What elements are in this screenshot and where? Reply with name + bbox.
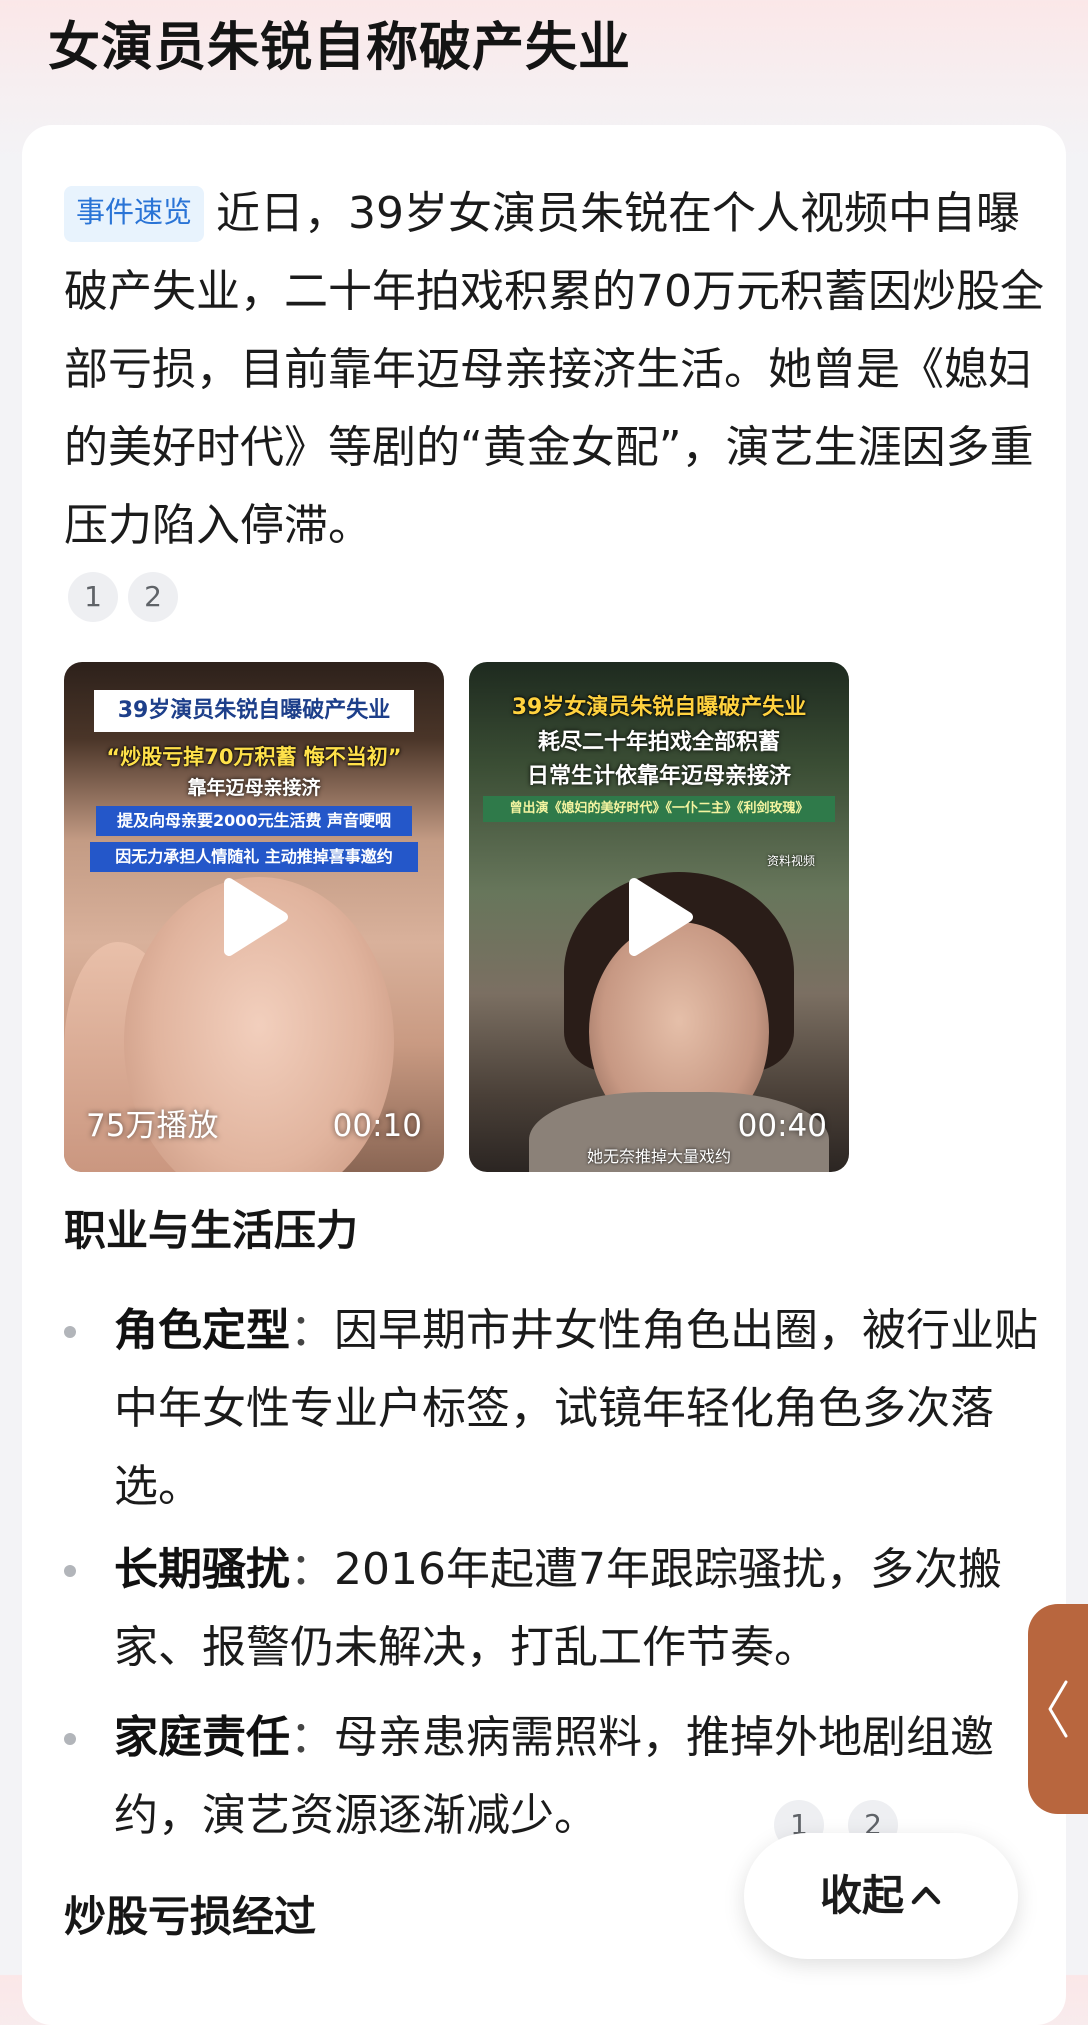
video-caption-line: 耗尽二十年拍戏全部积蓄 bbox=[537, 730, 780, 755]
video-caption-line: 39岁女演员朱锐自曝破产失业 bbox=[511, 695, 807, 720]
video-caption-line: 靠年迈母亲接济 bbox=[187, 777, 321, 799]
summary-text: 近日，39岁女演员朱锐在个人视频中自曝破产失业，二十年拍戏积累的70万元积蓄因炒… bbox=[64, 188, 1044, 551]
play-icon[interactable] bbox=[624, 877, 694, 957]
event-overview-badge: 事件速览 bbox=[64, 186, 205, 242]
video-card-2[interactable]: 39岁女演员朱锐自曝破产失业 耗尽二十年拍戏全部积蓄 日常生计依靠年迈母亲接济 … bbox=[469, 662, 849, 1172]
video-view-count: 75万播放 bbox=[86, 1108, 219, 1144]
event-summary: 事件速览 近日，39岁女演员朱锐在个人视频中自曝破产失业，二十年拍戏积累的70万元… bbox=[64, 175, 1049, 565]
section-title-stock-loss: 炒股亏损经过 bbox=[64, 1892, 317, 1941]
reference-marker-1[interactable]: 1 bbox=[68, 572, 118, 622]
bullet-heading: 家庭责任 bbox=[114, 1712, 290, 1763]
collapse-label: 收起 bbox=[819, 1871, 904, 1920]
video-duration: 00:40 bbox=[737, 1108, 827, 1144]
video-caption-line: “炒股亏掉70万积蓄 悔不当初” bbox=[106, 745, 402, 769]
list-item: 家庭责任：母亲患病需照料，推掉外地剧组邀约，演艺资源逐渐减少。 bbox=[64, 1699, 1054, 1855]
video-duration: 00:10 bbox=[332, 1108, 422, 1144]
collapse-button[interactable]: 收起 bbox=[744, 1833, 1018, 1959]
chevron-up-icon bbox=[911, 1886, 941, 1905]
bullet-dot bbox=[64, 1326, 76, 1338]
reference-marker-2[interactable]: 2 bbox=[128, 572, 178, 622]
video-card-1[interactable]: 39岁演员朱锐自曝破产失业 “炒股亏掉70万积蓄 悔不当初” 靠年迈母亲接济 提… bbox=[64, 662, 444, 1172]
bullet-colon: ： bbox=[290, 1712, 334, 1763]
list-item: 角色定型：因早期市井女性角色出圈，被行业贴中年女性专业户标签，试镜年轻化角色多次… bbox=[64, 1292, 1054, 1526]
video-caption-line: 因无力承担人情随礼 主动推掉喜事邀约 bbox=[90, 842, 418, 872]
page-title: 女演员朱锐自称破产失业 bbox=[48, 18, 632, 78]
bullet-colon: ： bbox=[290, 1305, 334, 1356]
bullet-colon: ： bbox=[290, 1544, 334, 1595]
bullet-dot bbox=[64, 1733, 76, 1745]
video-caption-line: 39岁演员朱锐自曝破产失业 bbox=[94, 690, 414, 732]
video-subtitle: 她无奈推掉大量戏约 bbox=[586, 1147, 731, 1166]
bullet-heading: 角色定型 bbox=[114, 1305, 290, 1356]
video-caption-line: 曾出演《媳妇的美好时代》《一仆二主》《利剑玫瑰》 bbox=[483, 796, 835, 822]
side-panel-tab[interactable] bbox=[1028, 1604, 1088, 1814]
play-icon[interactable] bbox=[219, 877, 289, 957]
list-item: 长期骚扰：2016年起遭7年跟踪骚扰，多次搬家、报警仍未解决，打乱工作节奏。 bbox=[64, 1531, 1054, 1687]
video-source-tag: 资料视频 bbox=[766, 854, 815, 868]
bullet-heading: 长期骚扰 bbox=[114, 1544, 290, 1595]
bullet-dot bbox=[64, 1565, 76, 1577]
chevron-left-icon bbox=[1048, 1680, 1068, 1738]
section-title-career-pressure: 职业与生活压力 bbox=[64, 1206, 359, 1255]
event-card: 事件速览 近日，39岁女演员朱锐在个人视频中自曝破产失业，二十年拍戏积累的70万元… bbox=[22, 125, 1066, 2025]
video-caption-line: 提及向母亲要2000元生活费 声音哽咽 bbox=[96, 806, 412, 836]
video-caption-line: 日常生计依靠年迈母亲接济 bbox=[526, 764, 791, 789]
